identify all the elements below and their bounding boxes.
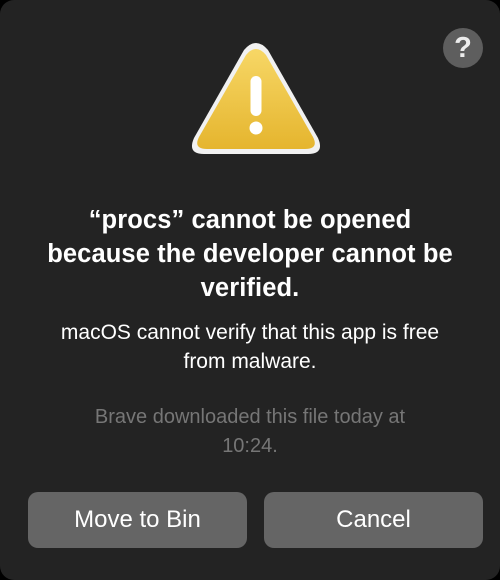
dialog-message: macOS cannot verify that this app is fre… — [20, 318, 480, 376]
cancel-button[interactable]: Cancel — [264, 492, 483, 548]
title-line: because the developer cannot be — [47, 240, 453, 268]
info-line: 10:24. — [222, 435, 278, 457]
message-line: macOS cannot verify that this app is fre… — [60, 321, 440, 344]
move-to-bin-button[interactable]: Move to Bin — [28, 492, 247, 548]
warning-icon — [191, 43, 321, 154]
info-line: Brave downloaded this file today at — [94, 406, 406, 428]
alert-dialog: ? “procs” cannot be opened because the d… — [0, 0, 500, 580]
message-line: from malware. — [183, 350, 317, 373]
title-line: “procs” cannot be opened — [88, 206, 412, 234]
title-line: verified. — [200, 274, 300, 302]
download-info: Brave downloaded this file today at 10:2… — [30, 403, 470, 461]
help-button[interactable]: ? — [443, 28, 483, 68]
dialog-title: “procs” cannot be opened because the dev… — [20, 203, 480, 305]
